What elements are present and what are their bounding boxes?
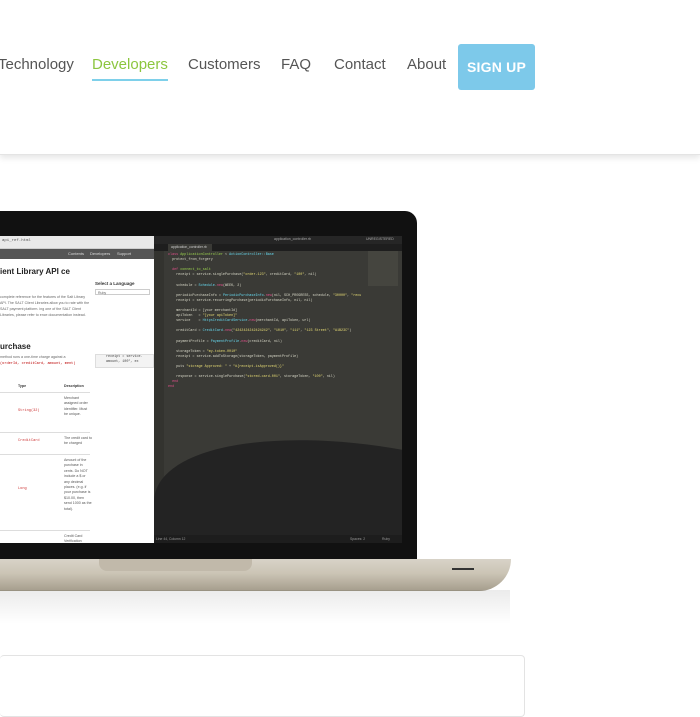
table-row: String(32) Merchant assigned order ident… <box>0 392 90 433</box>
main-nav: Technology Developers Customers FAQ Cont… <box>0 0 700 130</box>
browser-nav-link: Contents <box>68 251 85 256</box>
table-row: Credit Card Verification <box>0 530 90 543</box>
editor-tab: application_controller.rb <box>168 244 212 251</box>
editor-status-position: Line 44, Column 12 <box>156 537 186 541</box>
screen-browser-window: api_ref.html Contents Developers Support… <box>0 236 154 543</box>
nav-customers[interactable]: Customers <box>188 56 261 73</box>
browser-nav-link: Support <box>117 251 132 256</box>
browser-language-select: Ruby <box>95 289 150 295</box>
table-cell-desc: Merchant assigned order identifier. Must… <box>64 396 88 417</box>
laptop-base-notch <box>99 559 252 571</box>
editor-code-lines: class ApplicationController < ActionCont… <box>168 253 362 390</box>
nav-contact[interactable]: Contact <box>334 56 386 73</box>
table-row: Long Amount of the purchase in cents. Do… <box>0 454 92 531</box>
table-cell-type: Long <box>18 487 27 491</box>
content-card <box>0 655 525 717</box>
browser-section-text: method runs a one-time charge against a … <box>0 355 88 367</box>
browser-code-sample: receipt = service. amount, 100", ex <box>95 354 154 368</box>
table-cell-desc: Credit Card Verification <box>64 534 83 543</box>
screen-glare <box>154 406 402 543</box>
laptop-base <box>0 559 511 591</box>
nav-about[interactable]: About <box>407 56 446 73</box>
table-row: CreditCard The credit card to be charged <box>0 432 92 455</box>
table-header: Type <box>18 384 27 388</box>
browser-language-heading: Select a Language <box>95 281 135 286</box>
browser-page-heading: ient Library API ce <box>0 267 70 276</box>
screen-code-editor: application_controller.rb UNREGISTERED a… <box>154 236 402 543</box>
editor-tabbar: application_controller.rb <box>154 244 402 251</box>
editor-titlebar: application_controller.rb UNREGISTERED <box>154 236 402 244</box>
browser-toolbar: api_ref.html <box>0 236 154 249</box>
editor-status-spaces: Spaces: 2 <box>350 537 366 541</box>
browser-section-code: (orderId, creditCard, amount, ment) <box>0 361 76 366</box>
browser-section-heading: urchase <box>0 342 31 351</box>
table-cell-type: CreditCard <box>18 439 40 443</box>
table-cell-type: String(32) <box>18 409 40 413</box>
site-header: Technology Developers Customers FAQ Cont… <box>0 0 700 155</box>
table-cell-desc: Amount of the purchase in cents. Do NOT … <box>64 458 92 511</box>
table-header: Description <box>64 384 84 388</box>
editor-title: application_controller.rb <box>274 237 311 241</box>
editor-title-right: UNREGISTERED <box>366 237 394 241</box>
nav-faq[interactable]: FAQ <box>281 56 311 73</box>
editor-minimap <box>368 251 398 286</box>
laptop-base-slot <box>452 568 474 570</box>
signup-button[interactable]: SIGN UP <box>458 44 535 90</box>
editor-status-language: Ruby <box>382 537 390 541</box>
nav-technology[interactable]: Technology <box>0 56 74 73</box>
browser-intro-text: complete reference for the features of t… <box>0 295 90 317</box>
browser-nav-link: Developers <box>90 251 111 256</box>
table-cell-desc: The credit card to be charged <box>64 436 92 446</box>
browser-section-desc: method runs a one-time charge against a <box>0 355 66 359</box>
browser-url: api_ref.html <box>2 239 31 243</box>
editor-statusbar: Line 44, Column 12 Spaces: 2 Ruby <box>154 535 402 543</box>
laptop-shadow <box>0 590 510 624</box>
browser-site-nav: Contents Developers Support <box>0 249 154 259</box>
nav-developers[interactable]: Developers <box>92 56 168 81</box>
